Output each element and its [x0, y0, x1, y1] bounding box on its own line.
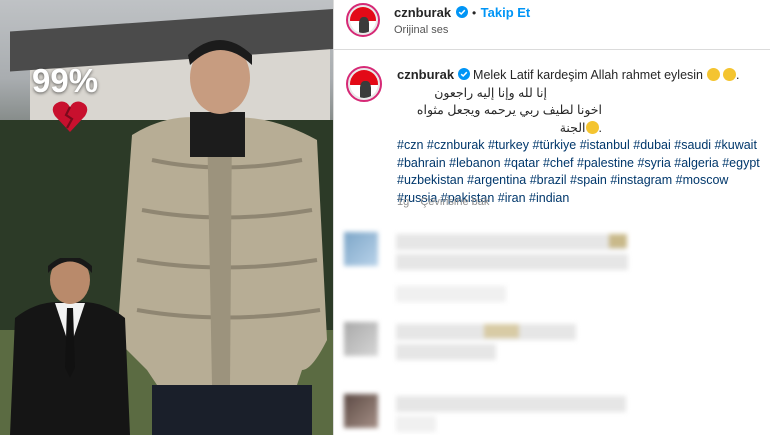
header-username[interactable]: cznburak: [394, 5, 451, 20]
post-details-panel: cznburak • Takip Et Orijinal ses cznbura…: [333, 0, 770, 435]
caption-username[interactable]: cznburak: [397, 67, 454, 82]
praying-hands-emoji-icon: [722, 68, 736, 81]
caption-text: Melek Latif kardeşim Allah rahmet eylesi…: [473, 68, 704, 82]
header-separator: •: [471, 6, 477, 20]
caption-arabic-2-row: اخونا لطيف ربي يرحمه ويجعل مثواه الجنة.: [416, 103, 602, 135]
post-time[interactable]: 1g: [397, 196, 409, 208]
caption-arabic-1: إنا لله وإنا إليه راجعون: [434, 85, 547, 100]
blurred-comment-3: [344, 378, 764, 435]
blurred-comment-1: [344, 230, 764, 310]
post-header: cznburak • Takip Et Orijinal ses: [334, 0, 770, 50]
translate-link[interactable]: Çevirisine bak: [420, 196, 489, 208]
audio-label[interactable]: Orijinal ses: [394, 24, 448, 36]
verified-badge-icon: [457, 68, 470, 80]
follow-button[interactable]: Takip Et: [481, 5, 531, 20]
verified-badge-icon: [455, 6, 468, 18]
media-percent-text: 99%: [32, 62, 99, 99]
post-caption: cznburak Melek Latif kardeşim Allah rahm…: [397, 66, 762, 207]
post-meta: 1g Çevirisine bak: [397, 196, 497, 208]
post-media[interactable]: 99%: [0, 0, 333, 435]
person-suit: [10, 258, 130, 435]
praying-hands-emoji-icon: [585, 120, 599, 134]
caption-avatar[interactable]: [346, 66, 382, 102]
person-puffer-jacket: [117, 40, 327, 435]
sad-face-emoji-icon: [706, 68, 720, 81]
blurred-comment-2: [344, 320, 764, 380]
header-avatar[interactable]: [346, 3, 380, 37]
caption-arabic-2: اخونا لطيف ربي يرحمه ويجعل مثواه الجنة: [416, 103, 602, 135]
broken-heart-icon: [52, 101, 88, 132]
